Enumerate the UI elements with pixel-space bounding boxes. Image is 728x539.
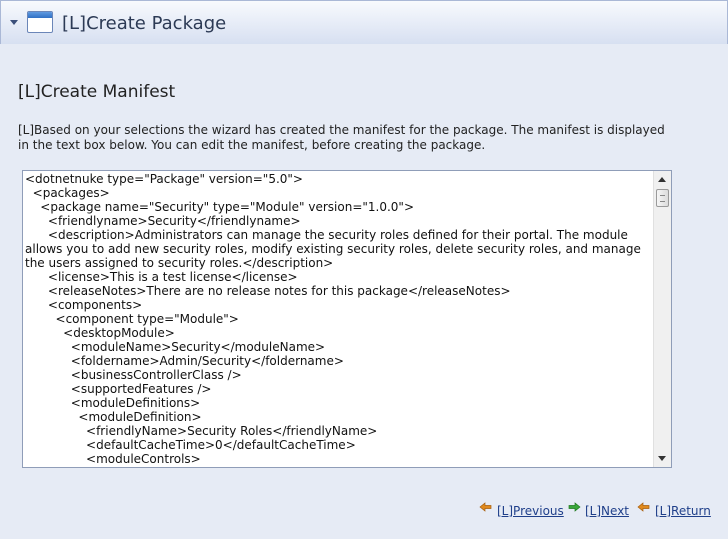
page-title: [L]Create Package xyxy=(62,13,227,34)
collapse-arrow-icon[interactable] xyxy=(10,20,18,25)
manifest-line: <package name="Security" type="Module" v… xyxy=(25,200,414,214)
manifest-line: <license>This is a test license</license… xyxy=(25,270,298,284)
section-title: [L]Create Manifest xyxy=(18,82,176,102)
scroll-up-arrow-icon[interactable] xyxy=(658,177,666,182)
manifest-line: <friendlyname>Security</friendlyname> xyxy=(25,214,301,228)
manifest-line: <defaultCacheTime>0</defaultCacheTime> xyxy=(25,438,356,452)
return-arrow-icon xyxy=(637,502,650,512)
manifest-line: <moduleName>Security</moduleName> xyxy=(25,340,326,354)
manifest-line: <components> xyxy=(25,298,143,312)
previous-link-label: [L]Previous xyxy=(497,504,564,518)
previous-link[interactable]: [L]Previous xyxy=(479,502,564,518)
manifest-line: <foldername>Admin/Security</foldername> xyxy=(25,354,344,368)
wizard-content: [L]Create Manifest [L]Based on your sele… xyxy=(0,44,728,539)
next-link[interactable]: [L]Next xyxy=(568,502,630,518)
manifest-line: <businessControllerClass /> xyxy=(25,368,242,382)
manifest-textbox[interactable]: <dotnetnuke type="Package" version="5.0"… xyxy=(22,170,672,468)
window-icon xyxy=(27,11,53,33)
manifest-line: <supportedFeatures /> xyxy=(25,382,212,396)
manifest-line: <moduleControls> xyxy=(25,452,201,466)
manifest-line: <moduleDefinitions> xyxy=(25,396,201,410)
return-link-label: [L]Return xyxy=(655,504,711,518)
previous-arrow-icon xyxy=(479,502,492,512)
manifest-line: <friendlyName>Security Roles</friendlyNa… xyxy=(25,424,378,438)
manifest-line: <releaseNotes>There are no release notes… xyxy=(25,284,511,298)
manifest-line: <packages> xyxy=(25,186,110,200)
manifest-scrollbar[interactable] xyxy=(653,171,671,467)
manifest-line: <desktopModule> xyxy=(25,326,175,340)
manifest-line: <moduleControl> xyxy=(25,466,653,467)
manifest-line: <component type="Module"> xyxy=(25,312,239,326)
manifest-line: <dotnetnuke type="Package" version="5.0"… xyxy=(25,172,303,186)
manifest-text[interactable]: <dotnetnuke type="Package" version="5.0"… xyxy=(25,172,653,467)
return-link[interactable]: [L]Return xyxy=(637,502,711,518)
scroll-down-arrow-icon[interactable] xyxy=(658,456,666,461)
scroll-thumb[interactable] xyxy=(656,189,669,207)
manifest-line: <moduleDefinition> xyxy=(25,410,202,424)
section-description: [L]Based on your selections the wizard h… xyxy=(18,123,665,152)
next-arrow-icon xyxy=(568,502,581,512)
panel-header: [L]Create Package xyxy=(0,0,728,45)
next-link-label: [L]Next xyxy=(585,504,630,518)
manifest-line: <description>Administrators can manage t… xyxy=(25,228,645,270)
